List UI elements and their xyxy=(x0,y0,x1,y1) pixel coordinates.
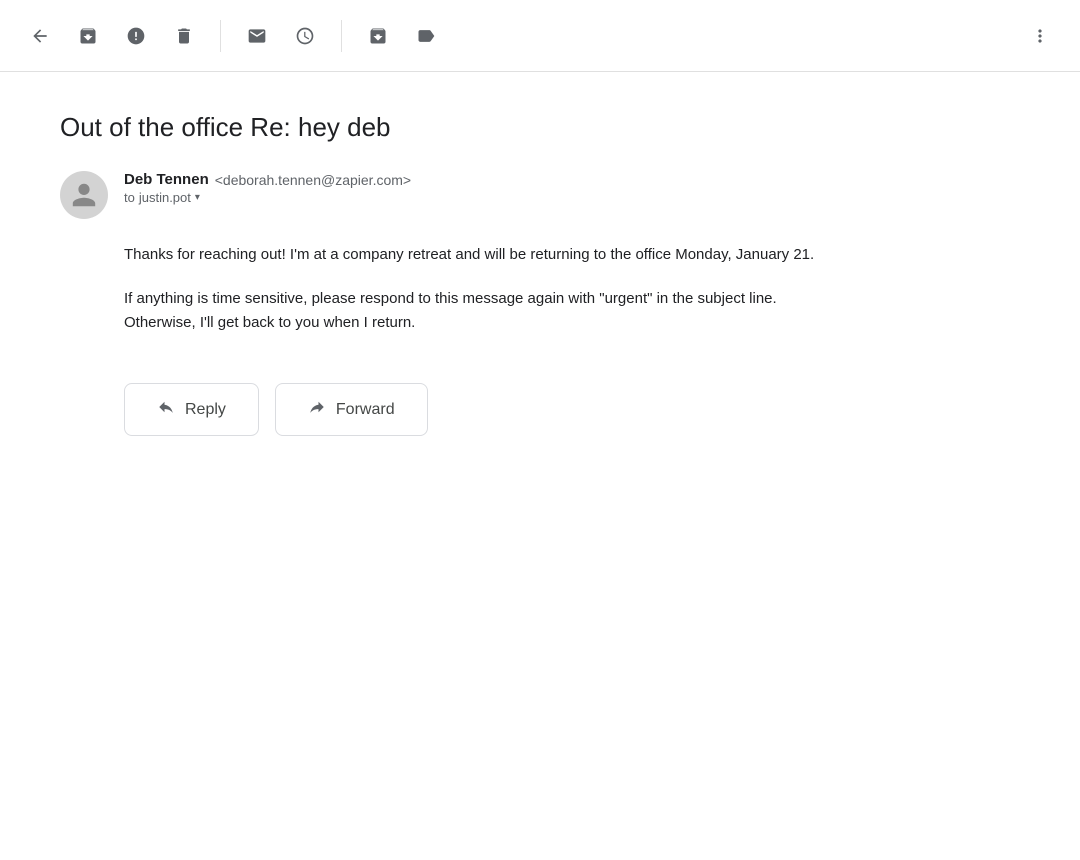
reply-icon xyxy=(157,398,175,421)
snooze-button[interactable] xyxy=(285,16,325,56)
back-button[interactable] xyxy=(20,16,60,56)
sender-email: <deborah.tennen@zapier.com> xyxy=(215,172,411,188)
delete-button[interactable] xyxy=(164,16,204,56)
sender-name-line: Deb Tennen <deborah.tennen@zapier.com> xyxy=(124,171,411,188)
forward-label: Forward xyxy=(336,401,395,419)
forward-button[interactable]: Forward xyxy=(275,383,428,436)
action-buttons: Reply Forward xyxy=(60,383,1020,436)
avatar xyxy=(60,171,108,219)
toolbar xyxy=(0,0,1080,72)
report-spam-button[interactable] xyxy=(116,16,156,56)
reply-label: Reply xyxy=(185,401,226,419)
archive-button[interactable] xyxy=(68,16,108,56)
more-options-button[interactable] xyxy=(1020,16,1060,56)
to-line[interactable]: to justin.pot ▾ xyxy=(124,190,411,205)
email-body: Thanks for reaching out! I'm at a compan… xyxy=(60,243,840,335)
body-paragraph-1: Thanks for reaching out! I'm at a compan… xyxy=(124,243,840,267)
divider-1 xyxy=(220,20,221,52)
body-paragraph-2: If anything is time sensitive, please re… xyxy=(124,287,840,335)
reply-button[interactable]: Reply xyxy=(124,383,259,436)
to-recipient: justin.pot xyxy=(139,190,191,205)
move-to-button[interactable] xyxy=(358,16,398,56)
sender-row: Deb Tennen <deborah.tennen@zapier.com> t… xyxy=(60,171,1020,219)
divider-2 xyxy=(341,20,342,52)
to-label: to xyxy=(124,190,135,205)
email-subject: Out of the office Re: hey deb xyxy=(60,112,1020,143)
email-container: Out of the office Re: hey deb Deb Tennen… xyxy=(0,72,1080,476)
sender-info: Deb Tennen <deborah.tennen@zapier.com> t… xyxy=(124,171,411,205)
chevron-down-icon: ▾ xyxy=(195,192,200,203)
label-button[interactable] xyxy=(406,16,446,56)
sender-name: Deb Tennen xyxy=(124,171,209,188)
mark-unread-button[interactable] xyxy=(237,16,277,56)
forward-icon xyxy=(308,398,326,421)
